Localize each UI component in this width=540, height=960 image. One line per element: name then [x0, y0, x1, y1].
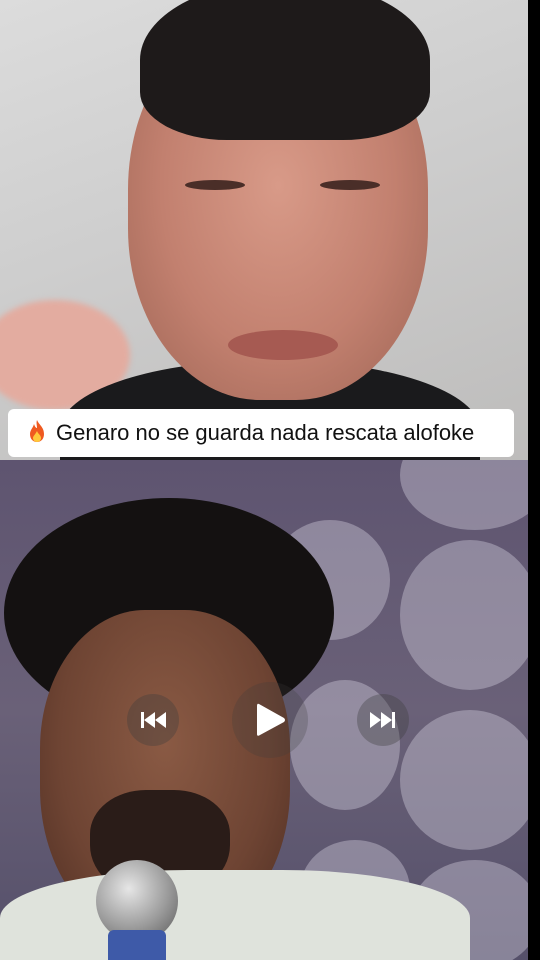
previous-button[interactable]	[127, 694, 179, 746]
right-edge-bar	[528, 0, 540, 960]
top-video-pane	[0, 0, 528, 460]
top-person-hair	[140, 0, 430, 140]
next-track-icon	[370, 712, 395, 728]
previous-track-icon	[141, 712, 166, 728]
background-dot	[400, 540, 528, 690]
play-button[interactable]	[232, 682, 308, 758]
top-person-eye-right	[320, 180, 380, 190]
background-dot	[400, 460, 528, 530]
background-dot	[400, 710, 528, 850]
microphone-handle	[108, 930, 166, 960]
top-person-mouth	[228, 330, 338, 360]
play-icon	[257, 703, 285, 736]
caption-text: Genaro no se guarda nada rescata alofoke	[56, 420, 475, 445]
bottom-person-shirt	[0, 870, 470, 960]
next-button[interactable]	[357, 694, 409, 746]
fire-icon	[26, 419, 48, 448]
video-caption[interactable]: Genaro no se guarda nada rescata alofoke	[8, 409, 514, 457]
top-person-eye-left	[185, 180, 245, 190]
